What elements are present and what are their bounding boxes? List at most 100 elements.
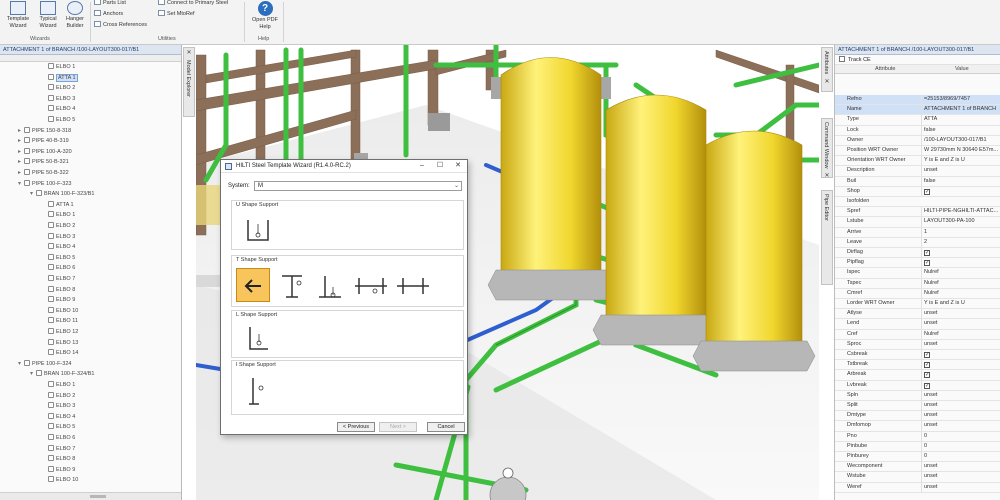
- attribute-value[interactable]: Y is E and Z is U: [921, 299, 999, 309]
- system-select[interactable]: M ⌄: [254, 181, 462, 191]
- attribute-row[interactable]: Name ATTACHMENT 1 of BRANCH: [835, 105, 1000, 116]
- cancel-button[interactable]: Cancel: [427, 422, 465, 432]
- anchors-button[interactable]: Anchors: [94, 10, 123, 18]
- check-icon[interactable]: ✓: [924, 250, 930, 256]
- tree-node[interactable]: ELBO 4: [42, 412, 75, 422]
- attribute-value[interactable]: Nulref: [921, 268, 999, 278]
- tree-node[interactable]: ▾ PIPE 100-F-324: [18, 359, 71, 369]
- tree-node[interactable]: ELBO 6: [42, 263, 75, 273]
- attribute-value[interactable]: ✓: [921, 360, 999, 370]
- check-icon[interactable]: ✓: [924, 382, 930, 389]
- close-icon[interactable]: ✕: [822, 77, 832, 86]
- tree-node[interactable]: ELBO 4: [42, 242, 75, 252]
- track-ce-row[interactable]: Track CE: [835, 55, 1000, 65]
- attribute-value[interactable]: Y is E and Z is U: [921, 156, 999, 166]
- attribute-value[interactable]: unset: [921, 339, 999, 350]
- attribute-row[interactable]: Pno 0: [835, 431, 1000, 442]
- attribute-value[interactable]: ATTA: [921, 115, 999, 125]
- attribute-value[interactable]: unset: [921, 390, 999, 401]
- attribute-row[interactable]: Dirflag ✓: [835, 248, 1000, 259]
- attribute-value[interactable]: 0: [921, 452, 999, 462]
- attribute-row[interactable]: Type ATTA: [835, 115, 1000, 126]
- tree-node[interactable]: ELBO 3: [42, 401, 75, 411]
- attribute-value[interactable]: 2: [921, 237, 999, 248]
- tree-node[interactable]: ▸ PIPE 100-A-320: [18, 147, 72, 157]
- tree-node[interactable]: ELBO 8: [42, 454, 75, 464]
- tree-node[interactable]: ELBO 3: [42, 232, 75, 242]
- attribute-value[interactable]: ✓: [921, 370, 999, 380]
- attribute-value[interactable]: HILTI-PIPE-NGHILTI-ATTAC...: [921, 207, 999, 217]
- tree-node[interactable]: ELBO 11: [42, 316, 78, 326]
- attribute-row[interactable]: Split unset: [835, 401, 1000, 412]
- check-icon[interactable]: ✓: [924, 188, 930, 195]
- tree-node[interactable]: ▾ BRAN 100-F-323/B1: [30, 189, 94, 199]
- attribute-row[interactable]: Tstbreak ✓: [835, 360, 1000, 371]
- tree-node[interactable]: ATTA 1: [42, 200, 74, 210]
- attribute-row[interactable]: Arrive 1: [835, 227, 1000, 238]
- tree-node[interactable]: ELBO 9: [42, 295, 75, 305]
- attribute-row[interactable]: Pipflag ✓: [835, 258, 1000, 269]
- t-shape-support-tile-1[interactable]: [274, 268, 308, 302]
- tree-node[interactable]: ▾ BRAN 100-F-324/B1: [30, 369, 94, 379]
- attribute-value[interactable]: unset: [921, 166, 999, 176]
- attribute-row[interactable]: Tspec Nulref: [835, 278, 1000, 289]
- typical-wizard-button[interactable]: Typical Wizard: [33, 0, 63, 34]
- attribute-value[interactable]: ✓: [921, 186, 999, 197]
- t-shape-back-tile[interactable]: [236, 268, 270, 302]
- check-icon[interactable]: ✓: [924, 372, 930, 379]
- attribute-row[interactable]: Owner/100-LAYOUT300-017/B1: [835, 135, 1000, 146]
- attribute-row[interactable]: Description unset: [835, 166, 1000, 177]
- previous-button[interactable]: < Previous: [337, 422, 375, 432]
- attribute-row[interactable]: Lend unset: [835, 319, 1000, 330]
- attribute-value[interactable]: ✓: [921, 258, 999, 268]
- tree-node[interactable]: ELBO 5: [42, 253, 75, 263]
- attribute-row[interactable]: Shop ✓: [835, 186, 1000, 197]
- attribute-value[interactable]: LAYOUT300-PA-100: [921, 217, 999, 227]
- track-ce-checkbox[interactable]: [839, 56, 845, 62]
- tree-node[interactable]: ▸ PIPE 50-B-322: [18, 168, 69, 178]
- check-icon[interactable]: ✓: [924, 362, 930, 369]
- tree-node[interactable]: ELBO 13: [42, 338, 78, 348]
- attribute-row[interactable]: Csbreak ✓: [835, 350, 1000, 361]
- tree-node[interactable]: ELBO 4: [42, 104, 75, 114]
- attribute-row[interactable]: Lstube LAYOUT300-PA-100: [835, 217, 1000, 228]
- open-pdf-help-button[interactable]: ? Open PDF Help: [250, 0, 280, 34]
- attributes-tab[interactable]: Attributes ✕: [821, 47, 833, 92]
- attribute-value[interactable]: unset: [921, 411, 999, 421]
- t-shape-support-tile-2[interactable]: [312, 268, 346, 302]
- tree-node[interactable]: ▾ PIPE 100-F-323: [18, 179, 71, 189]
- tree-node[interactable]: ELBO 5: [42, 422, 75, 432]
- attribute-value[interactable]: false: [921, 176, 999, 187]
- attribute-row[interactable]: Orientation WRT Owner Y is E and Z is U: [835, 156, 1000, 167]
- attribute-value[interactable]: unset: [921, 309, 999, 319]
- attribute-value[interactable]: ATTACHMENT 1 of BRANCH: [921, 105, 999, 115]
- tree-node[interactable]: ▸ PIPE 150-8-318: [18, 126, 71, 136]
- attribute-row[interactable]: Lorder WRT Owner Y is E and Z is U: [835, 299, 1000, 310]
- attribute-value[interactable]: ✓: [921, 350, 999, 360]
- attribute-value[interactable]: ✓: [921, 380, 999, 391]
- minimize-icon[interactable]: –: [413, 160, 431, 172]
- attribute-value[interactable]: W 29730mm N 30640 E57m...: [921, 146, 999, 156]
- attribute-value[interactable]: 0: [921, 431, 999, 442]
- tree-node[interactable]: ELBO 7: [42, 274, 75, 284]
- attribute-row[interactable]: Buil false: [835, 176, 1000, 187]
- i-shape-support-tile[interactable]: [240, 373, 274, 407]
- tree-node[interactable]: ELBO 8: [42, 285, 75, 295]
- attribute-value[interactable]: unset: [921, 421, 999, 431]
- attribute-row[interactable]: Isofolden: [835, 197, 1000, 208]
- attribute-row[interactable]: Lvbreak ✓: [835, 380, 1000, 391]
- tree-node[interactable]: ELBO 1: [42, 62, 75, 72]
- attribute-row[interactable]: Lock false: [835, 125, 1000, 136]
- attribute-value[interactable]: unset: [921, 462, 999, 472]
- t-shape-support-tile-3[interactable]: [350, 268, 390, 302]
- next-button[interactable]: Next >: [379, 422, 417, 432]
- attribute-value[interactable]: unset: [921, 319, 999, 329]
- attribute-row[interactable]: Cmref Nulref: [835, 288, 1000, 299]
- cross-references-button[interactable]: Cross References: [94, 21, 147, 29]
- tree-node[interactable]: ELBO 2: [42, 83, 75, 93]
- attribute-row[interactable]: Pinburey 0: [835, 452, 1000, 463]
- attribute-row[interactable]: Atlyse unset: [835, 309, 1000, 320]
- attribute-row[interactable]: Refno =25153/8969/7457: [835, 95, 1000, 106]
- set-mtoref-button[interactable]: Set MtoRef: [158, 10, 195, 18]
- attribute-row[interactable]: Dmtype unset: [835, 411, 1000, 422]
